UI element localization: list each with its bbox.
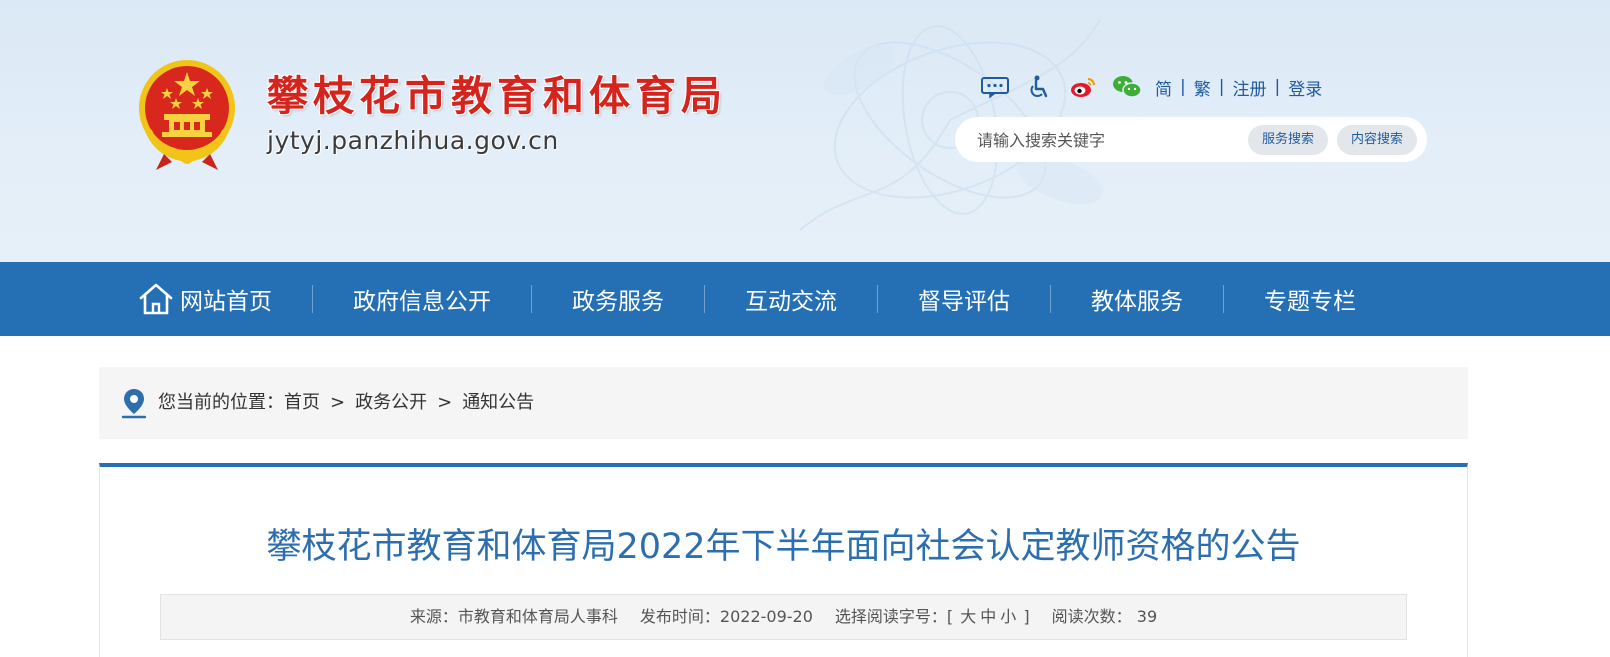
font-size-small[interactable]: 小	[998, 607, 1018, 626]
bracket-open: [	[946, 607, 954, 626]
nav-item-edu-sports-service[interactable]: 教体服务	[1051, 262, 1223, 336]
nav-item-supervision[interactable]: 督导评估	[878, 262, 1050, 336]
nav-item-label: 网站首页	[180, 289, 272, 315]
breadcrumb-notices[interactable]: 通知公告	[462, 392, 534, 413]
article-title: 攀枝花市教育和体育局2022年下半年面向社会认定教师资格的公告	[266, 527, 1301, 567]
article-panel: 攀枝花市教育和体育局2022年下半年面向社会认定教师资格的公告 来源：市教育和体…	[99, 463, 1468, 657]
breadcrumb-prefix: 您当前的位置：	[158, 392, 284, 413]
site-name: 攀枝花市教育和体育局	[267, 72, 727, 120]
location-pin-icon	[121, 389, 147, 419]
nav-item-gov-service[interactable]: 政务服务	[532, 262, 704, 336]
weibo-icon[interactable]	[1067, 74, 1099, 100]
message-icon[interactable]	[979, 74, 1011, 100]
nav-item-label: 专题专栏	[1264, 289, 1356, 315]
nav-item-gov-info[interactable]: 政府信息公开	[313, 262, 531, 336]
login-link[interactable]: 登录	[1288, 75, 1322, 100]
site-header: 攀枝花市教育和体育局 jytyj.panzhihua.gov.cn 简 | 繁 …	[0, 0, 1610, 262]
font-size-label: 选择阅读字号：	[834, 607, 947, 626]
breadcrumb-gov-affairs[interactable]: 政务公开	[355, 392, 427, 413]
register-link[interactable]: 注册	[1232, 75, 1266, 100]
font-size-medium[interactable]: 中	[978, 607, 998, 626]
search-box: 服务搜索 内容搜索	[955, 117, 1427, 162]
traditional-chinese-link[interactable]: 繁	[1194, 75, 1211, 100]
header-toolbar: 简 | 繁 | 注册 | 登录	[979, 74, 1322, 100]
simplified-chinese-link[interactable]: 简	[1155, 75, 1172, 100]
search-input[interactable]	[975, 125, 1239, 155]
breadcrumb-separator: >	[437, 392, 453, 413]
service-search-button[interactable]: 服务搜索	[1248, 125, 1329, 155]
toolbar-separator: |	[1180, 77, 1186, 97]
nav-item-label: 政务服务	[572, 289, 664, 315]
nav-item-special-topics[interactable]: 专题专栏	[1224, 262, 1396, 336]
main-nav: 网站首页 政府信息公开 政务服务 互动交流 督导评估 教体服务 专题专栏	[0, 262, 1610, 336]
bracket-close: ]	[1023, 607, 1030, 626]
nav-item-home[interactable]: 网站首页	[138, 262, 312, 336]
site-domain: jytyj.panzhihua.gov.cn	[267, 126, 559, 155]
nav-item-label: 督导评估	[918, 289, 1010, 315]
breadcrumb-separator: >	[330, 392, 346, 413]
nav-item-label: 教体服务	[1091, 289, 1183, 315]
nav-item-interaction[interactable]: 互动交流	[705, 262, 877, 336]
nav-item-label: 互动交流	[745, 289, 837, 315]
nav-item-label: 政府信息公开	[353, 289, 491, 315]
font-size-large[interactable]: 大	[958, 607, 978, 626]
source-value: 市教育和体育局人事科	[457, 607, 618, 626]
source-label: 来源：	[409, 607, 458, 626]
toolbar-separator: |	[1274, 77, 1281, 97]
breadcrumb-home[interactable]: 首页	[284, 392, 320, 413]
accessibility-icon[interactable]	[1023, 74, 1055, 100]
views-label: 阅读次数：	[1051, 607, 1132, 626]
national-emblem-logo	[139, 60, 235, 170]
breadcrumb: 您当前的位置：首页 > 政务公开 > 通知公告	[99, 367, 1468, 439]
date-label: 发布时间：	[639, 607, 720, 626]
wechat-icon[interactable]	[1111, 74, 1143, 100]
views-value: 39	[1136, 607, 1158, 626]
content-search-button[interactable]: 内容搜索	[1337, 125, 1418, 155]
date-value: 2022-09-20	[719, 607, 813, 626]
article-meta: 来源：市教育和体育局人事科 发布时间：2022-09-20 选择阅读字号：[ 大中小…	[160, 594, 1407, 640]
home-icon	[139, 283, 173, 315]
toolbar-separator: |	[1218, 77, 1225, 97]
